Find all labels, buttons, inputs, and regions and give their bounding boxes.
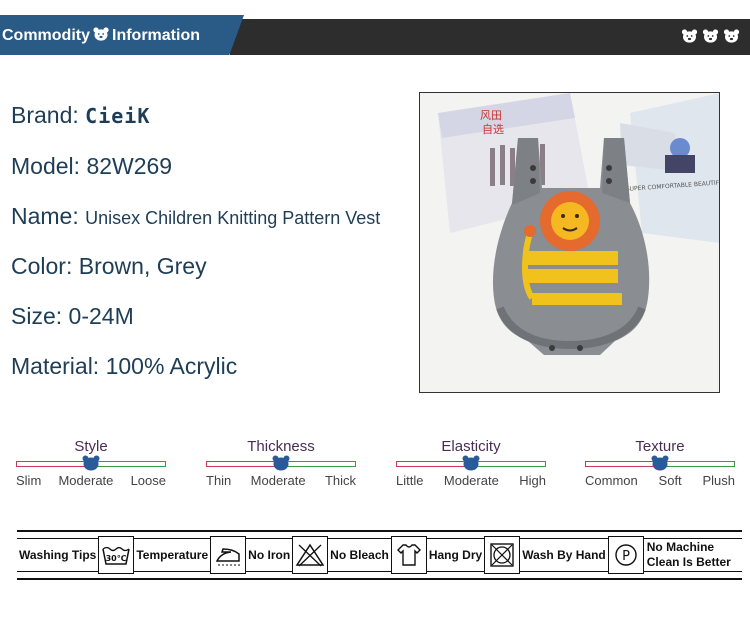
brand-row: Brand: CieiK [11,102,150,129]
scale-label: Common [585,473,638,488]
hang-dry-label: Hang Dry [428,548,483,562]
no-iron-icon [210,536,247,574]
scale-labels: Little Moderate High [396,473,546,488]
no-machine-label: No Machine [646,540,715,554]
scale-thickness: Thickness Thin Moderate Thick [206,438,356,488]
no-bleach-label: No Bleach [330,548,389,562]
wash-30-icon: 30℃ [98,536,135,574]
scale-title: Elasticity [441,438,501,455]
magazine-text-1: 风田 [480,109,502,122]
scale-title: Style [74,438,108,455]
material-label: Material: [11,353,100,379]
scale-elasticity: Elasticity Little Moderate High [396,438,546,488]
model-row: Model: 82W269 [11,153,172,180]
product-illustration: 风田 自选 SUPER COMFORTABLE BEAUTIFUL SHIRT [420,93,719,392]
temperature-label: Temperature [136,548,209,562]
size-value: 0-24M [68,303,134,329]
wash-by-hand-label: Wash By Hand [522,548,606,562]
scale-label: Little [396,473,424,488]
no-machine-label-group: No Machine Clean Is Better [647,540,731,570]
scale-bar [585,455,735,471]
section-title-right: Information [112,27,200,44]
bear-knob-icon [651,455,669,471]
section-title: Commodity Information [2,26,200,46]
brand-label: Brand: [11,102,79,128]
clean-better-label: Clean Is Better [646,555,731,569]
scale-label: Moderate [58,473,114,488]
no-bleach-icon [292,536,329,574]
name-row: Name: Unisex Children Knitting Pattern V… [11,203,380,230]
scale-label: High [519,473,546,488]
header-bar [230,19,750,55]
material-value: 100% Acrylic [105,353,238,379]
no-iron-label: No Iron [248,548,291,562]
scale-style: Style Slim Moderate Loose [16,438,166,488]
color-row: Color: Brown, Grey [11,253,207,280]
scale-label: Moderate [443,473,499,488]
wash-temp-text: 30℃ [106,554,127,563]
bear-icon [723,29,740,48]
scale-labels: Slim Moderate Loose [16,473,166,488]
scale-title: Thickness [247,438,315,455]
size-label: Size: [11,303,63,329]
bear-knob-icon [272,455,290,471]
p-icon-text: P [622,549,630,564]
scale-labels: Common Soft Plush [585,473,735,488]
scale-bar [16,455,166,471]
scale-title: Texture [635,438,685,455]
scale-bar [206,455,356,471]
bear-icon [93,26,109,46]
magazine-text-2: 自选 [482,123,504,136]
scale-texture: Texture Common Soft Plush [585,438,735,488]
scale-label: Slim [16,473,42,488]
header-bears [681,29,740,48]
no-tumble-icon [484,536,521,574]
bear-knob-icon [82,455,100,471]
name-label: Name: [11,203,79,229]
name-value: Unisex Children Knitting Pattern Vest [85,208,381,228]
scale-label: Loose [130,473,166,488]
scale-label: Thick [324,473,356,488]
washing-tips-bar: Washing Tips 30℃ Temperature No Iron No … [17,530,742,580]
model-value: 82W269 [86,153,173,179]
scale-labels: Thin Moderate Thick [206,473,356,488]
color-label: Color: [11,253,73,279]
scale-label: Plush [702,473,735,488]
brand-value: CieiK [85,104,151,128]
professional-clean-icon: P [607,536,644,574]
model-label: Model: [11,153,81,179]
washing-tips-row: Washing Tips 30℃ Temperature No Iron No … [17,536,742,574]
material-row: Material: 100% Acrylic [11,353,237,380]
washing-tips-title: Washing Tips [19,548,97,562]
scale-bar [396,455,546,471]
scale-label: Soft [658,473,682,488]
product-photo: 风田 自选 SUPER COMFORTABLE BEAUTIFUL SHIRT [419,92,720,393]
size-row: Size: 0-24M [11,303,134,330]
hang-dry-icon [390,536,427,574]
bear-icon [681,29,698,48]
color-value: Brown, Grey [78,253,207,279]
bear-knob-icon [462,455,480,471]
scale-label: Moderate [250,473,306,488]
section-title-left: Commodity [2,27,90,44]
bear-icon [702,29,719,48]
scale-label: Thin [206,473,232,488]
